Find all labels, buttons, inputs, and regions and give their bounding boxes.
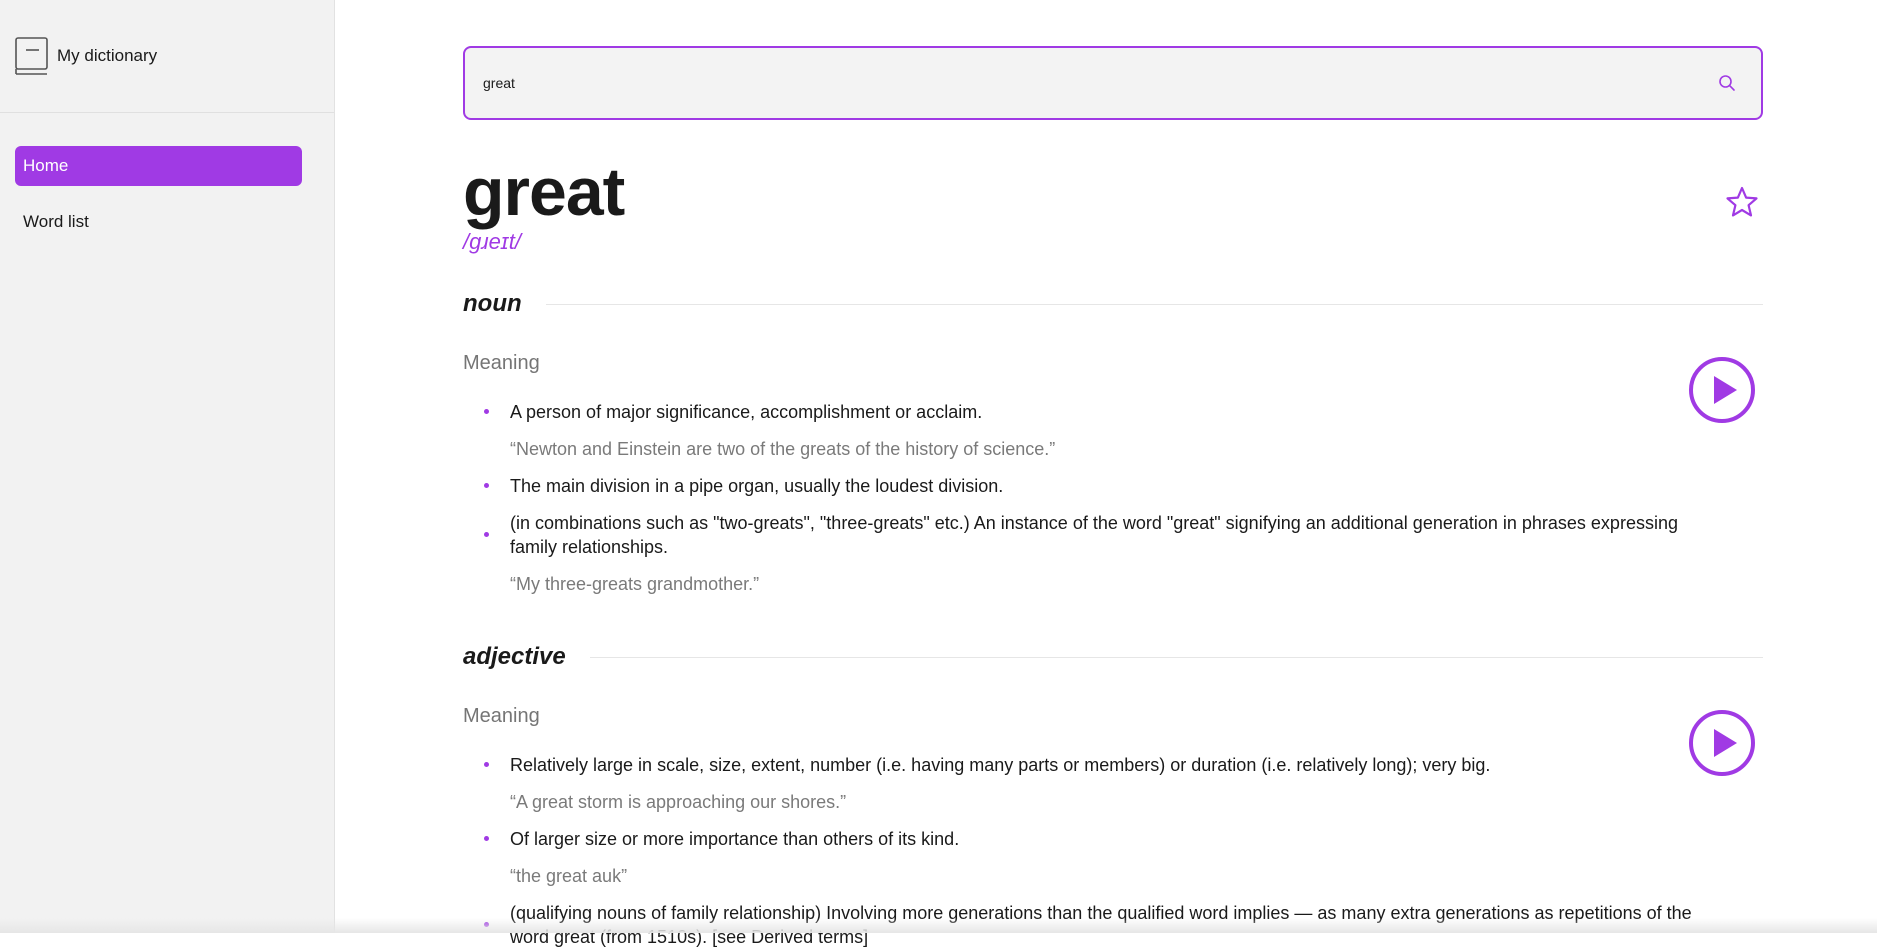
part-of-speech: noun [463, 290, 522, 317]
meaning-label: Meaning [463, 705, 540, 727]
search-bar [463, 46, 1763, 120]
definition-list-noun: A person of major significance, accompli… [463, 400, 1703, 596]
definition-item: A person of major significance, accompli… [463, 400, 1703, 424]
definition-example: “the great auk” [510, 866, 628, 886]
pos-header-noun: noun [463, 290, 1763, 318]
sidebar-item-word-list[interactable]: Word list [15, 202, 302, 242]
definition-item: Relatively large in scale, size, extent,… [463, 753, 1703, 777]
divider [589, 656, 1763, 658]
definition-example: “A great storm is approaching our shores… [510, 792, 847, 812]
definition-item: (in combinations such as "two-greats", "… [463, 511, 1703, 559]
phonetic-text: /ɡɹeɪt/ [463, 229, 521, 254]
word-heading: great [463, 154, 625, 230]
definition-item: Of larger size or more importance than o… [463, 827, 1703, 851]
search-icon[interactable] [1717, 73, 1737, 93]
meaning-label: Meaning [463, 352, 540, 374]
sidebar-item-home[interactable]: Home [15, 146, 302, 186]
bottom-scroll-shadow [0, 918, 1877, 933]
divider [545, 303, 1763, 305]
sidebar-nav: Home Word list [0, 113, 334, 242]
app-title: My dictionary [57, 46, 158, 65]
pos-header-adjective: adjective [463, 643, 1763, 671]
definition-example: “Newton and Einstein are two of the grea… [510, 439, 1056, 459]
star-outline-icon[interactable] [1725, 185, 1759, 219]
sidebar: My dictionary Home Word list [0, 0, 335, 933]
definition-item: The main division in a pipe organ, usual… [463, 474, 1703, 498]
definition-example: “My three-greats grandmother.” [510, 574, 760, 594]
book-icon [15, 37, 48, 75]
brand-header: My dictionary [0, 0, 334, 113]
search-input[interactable] [465, 47, 1717, 119]
part-of-speech: adjective [463, 643, 566, 670]
